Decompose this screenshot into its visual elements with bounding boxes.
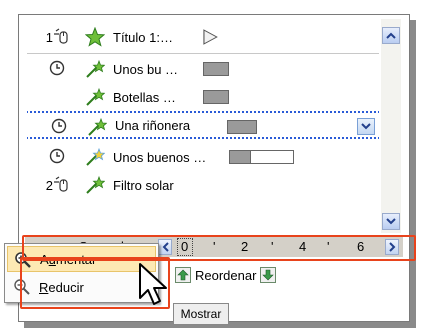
mouse-click-icon: [54, 176, 68, 192]
clock-icon: [51, 118, 67, 134]
scroll-down-button[interactable]: [382, 213, 400, 230]
clock-icon: [49, 60, 65, 76]
arrow-up-icon: [177, 269, 189, 281]
timing-bar[interactable]: [229, 150, 251, 164]
item-label: Título 1:…: [113, 29, 173, 45]
item-number: 1: [45, 29, 53, 45]
move-down-button[interactable]: [260, 267, 277, 283]
chevron-up-icon: [386, 32, 396, 39]
show-button[interactable]: Mostrar: [173, 303, 229, 325]
timing-bar[interactable]: [227, 120, 257, 134]
item-number: 2: [45, 177, 53, 193]
list-item[interactable]: 2 Filtro solar: [27, 171, 379, 199]
item-label: Una riñonera: [115, 117, 191, 133]
timing-marker-outline: [203, 29, 218, 45]
emphasis-effect-icon: [86, 87, 105, 106]
chevron-down-icon: [386, 218, 396, 225]
emphasis-effect-icon: [86, 59, 105, 78]
item-label: Filtro solar: [113, 177, 174, 193]
move-up-button[interactable]: [175, 267, 191, 283]
highlight-menu: [20, 257, 170, 309]
chevron-down-icon: [361, 123, 371, 130]
sparkle-effect-icon: [86, 147, 105, 166]
arrow-down-icon: [262, 269, 275, 281]
scroll-up-button[interactable]: [382, 27, 400, 44]
list-item[interactable]: Unos buenos …: [27, 143, 379, 171]
item-dropdown-button[interactable]: [357, 118, 375, 135]
emphasis-effect-icon: [86, 175, 105, 194]
timing-bar[interactable]: [203, 62, 229, 76]
item-label: Unos bu …: [113, 61, 179, 77]
list-item[interactable]: 1 Título 1:…: [27, 23, 379, 51]
row-divider: [27, 53, 379, 54]
clock-icon: [49, 148, 65, 164]
reorder-group: Reordenar: [175, 267, 277, 283]
list-item[interactable]: Unos bu …: [27, 55, 379, 83]
list-item[interactable]: Botellas …: [27, 83, 379, 111]
item-label: Unos buenos …: [113, 149, 207, 165]
star-entrance-icon: [85, 27, 105, 47]
timing-bar[interactable]: [203, 90, 229, 104]
emphasis-effect-icon: [88, 117, 107, 136]
item-label: Botellas …: [113, 89, 176, 105]
vertical-scrollbar[interactable]: [381, 19, 401, 233]
mouse-click-icon: [54, 28, 68, 44]
list-item-selected[interactable]: Una riñonera: [27, 111, 379, 139]
reorder-label: Reordenar: [195, 267, 257, 283]
animation-list: 1 Título 1:… Unos bu … Botellas … Una ri…: [27, 19, 379, 233]
timing-bar-remainder: [250, 150, 294, 164]
